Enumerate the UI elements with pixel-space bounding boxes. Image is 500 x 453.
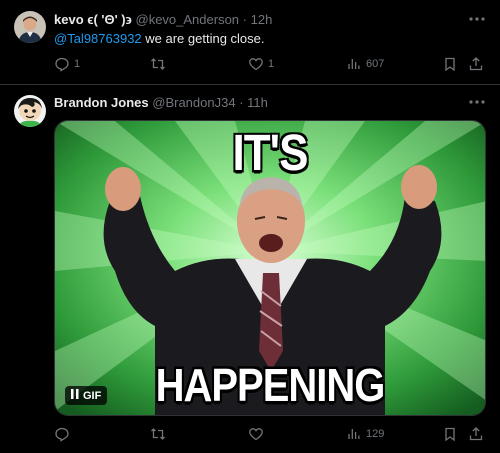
gif-label: GIF	[83, 389, 102, 402]
retweet-button[interactable]	[150, 426, 170, 442]
views-count: 607	[366, 58, 385, 70]
share-button[interactable]	[468, 56, 484, 72]
like-button[interactable]	[248, 426, 268, 442]
timestamp[interactable]: 11h	[247, 95, 268, 110]
share-icon	[469, 57, 483, 71]
bookmark-icon	[445, 57, 455, 72]
reply-icon	[55, 427, 69, 442]
retweet-button[interactable]	[150, 56, 170, 72]
heart-icon	[249, 428, 263, 441]
tweet-text: @Tal98763932 we are getting close.	[54, 31, 265, 46]
user-handle[interactable]: @kevo_Anderson	[136, 12, 240, 27]
reply-count: 1	[74, 58, 81, 70]
views-icon	[348, 59, 360, 69]
bookmark-icon	[445, 427, 455, 442]
tweet-body: we are getting close.	[141, 31, 265, 46]
reply-button[interactable]: 1	[54, 56, 80, 72]
avatar[interactable]	[14, 95, 46, 127]
separator-dot: ·	[239, 95, 244, 110]
reply-icon	[55, 57, 69, 72]
views-icon	[348, 429, 360, 439]
caption-top: IT'S	[232, 125, 309, 182]
caption-bottom: HAPPENING	[155, 360, 386, 412]
mention-link[interactable]: @Tal98763932	[54, 31, 142, 46]
retweet-icon	[151, 58, 165, 70]
user-handle[interactable]: @BrandonJ34	[152, 95, 235, 110]
avatar[interactable]	[14, 11, 46, 43]
views-count: 129	[366, 428, 385, 440]
reply-button[interactable]	[54, 426, 74, 442]
tweet-header: kevo ϵ( 'Θ' )϶ @kevo_Anderson · 12h	[54, 12, 272, 27]
action-bar: 129	[54, 426, 484, 444]
share-icon	[469, 427, 483, 441]
like-count: 1	[268, 58, 275, 70]
tweet-header: Brandon Jones @BrandonJ34 · 11h	[54, 95, 268, 110]
like-button[interactable]: 1	[248, 56, 274, 72]
retweet-icon	[151, 428, 165, 440]
pause-icon	[71, 389, 79, 402]
ellipsis-icon[interactable]	[468, 93, 486, 114]
ellipsis-icon[interactable]	[468, 10, 486, 31]
share-button[interactable]	[468, 426, 484, 442]
separator-dot: ·	[242, 12, 248, 27]
heart-icon	[249, 58, 263, 71]
views-button[interactable]: 607	[346, 56, 384, 72]
timestamp[interactable]: 12h	[251, 12, 273, 27]
bookmark-button[interactable]	[442, 426, 458, 442]
tweet[interactable]: kevo ϵ( 'Θ' )϶ @kevo_Anderson · 12h @Tal…	[0, 0, 500, 85]
action-bar: 1 1 607	[54, 56, 484, 74]
bookmark-button[interactable]	[442, 56, 458, 72]
views-button[interactable]: 129	[346, 426, 384, 442]
display-name[interactable]: kevo ϵ( 'Θ' )϶	[54, 12, 132, 27]
display-name[interactable]: Brandon Jones	[54, 95, 149, 110]
gif-media[interactable]: IT'S HAPPENING GIF	[54, 120, 486, 416]
tweet[interactable]: Brandon Jones @BrandonJ34 · 11h IT'S HAP…	[0, 86, 500, 453]
gif-badge[interactable]: GIF	[65, 386, 108, 405]
